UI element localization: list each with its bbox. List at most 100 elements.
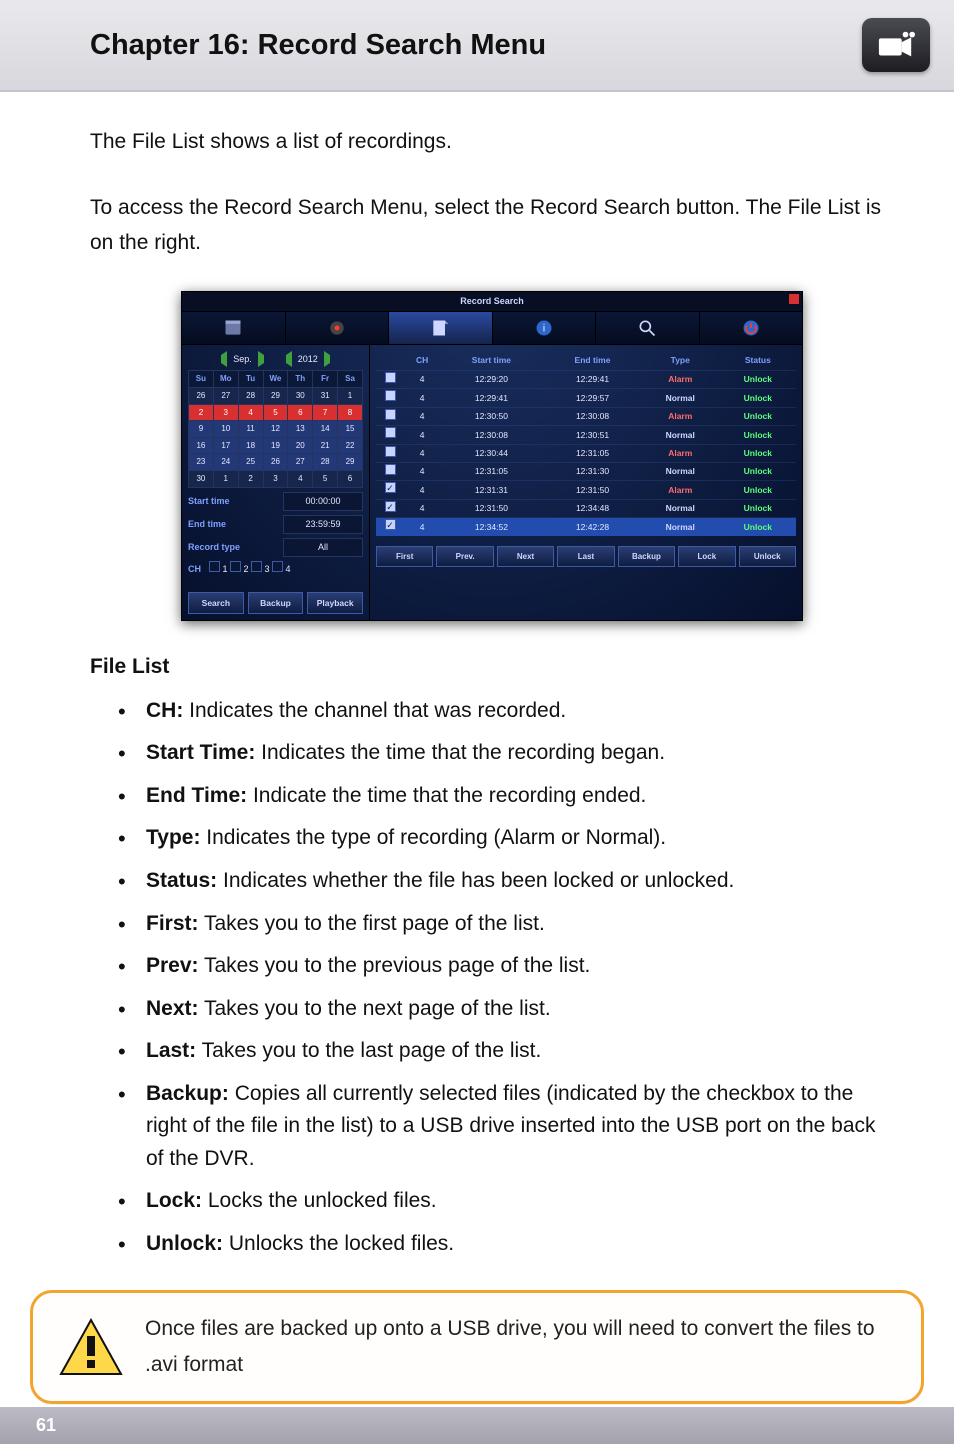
calendar-cell[interactable]: 19 (263, 437, 288, 454)
list-item: CH: Indicates the channel that was recor… (90, 695, 894, 728)
table-row[interactable]: 412:29:4112:29:57NormalUnlock (376, 389, 796, 407)
definition-text: Indicates the type of recording (Alarm o… (200, 826, 666, 849)
calendar-cell[interactable]: 6 (288, 404, 313, 421)
year-prev-icon[interactable] (278, 351, 292, 367)
lock-button[interactable]: Lock (678, 546, 735, 568)
cell-end: 12:31:50 (544, 481, 641, 499)
calendar-cell[interactable]: 15 (338, 421, 363, 438)
row-checkbox[interactable] (385, 409, 396, 420)
calendar-cell[interactable]: 20 (288, 437, 313, 454)
calendar-cell[interactable]: 25 (238, 454, 263, 471)
calendar-cell[interactable]: 29 (338, 454, 363, 471)
table-row[interactable]: 412:34:5212:42:28NormalUnlock (376, 518, 796, 536)
tab-filelist-icon[interactable] (389, 312, 493, 344)
calendar-cell[interactable]: 23 (189, 454, 214, 471)
channel-number: 3 (262, 564, 272, 574)
year-next-icon[interactable] (324, 351, 338, 367)
channel-checkbox[interactable] (251, 561, 262, 572)
calendar-cell[interactable]: 22 (338, 437, 363, 454)
calendar-cell[interactable]: 28 (313, 454, 338, 471)
calendar-cell[interactable]: 18 (238, 437, 263, 454)
calendar-cell[interactable]: 11 (238, 421, 263, 438)
calendar-cell[interactable]: 24 (213, 454, 238, 471)
row-checkbox[interactable] (385, 519, 396, 530)
calendar-cell[interactable]: 26 (263, 454, 288, 471)
calendar-cell[interactable]: 3 (263, 470, 288, 487)
prev-button[interactable]: Prev. (436, 546, 493, 568)
backup-button[interactable]: Backup (618, 546, 675, 568)
channel-checkbox[interactable] (272, 561, 283, 572)
tab-info-icon[interactable]: i (493, 312, 597, 344)
end-time-value[interactable]: 23:59:59 (283, 515, 363, 534)
month-next-icon[interactable] (258, 351, 272, 367)
calendar-cell[interactable]: 16 (189, 437, 214, 454)
table-row[interactable]: 412:30:0812:30:51NormalUnlock (376, 426, 796, 444)
calendar-cell[interactable]: 1 (338, 387, 363, 404)
channel-checkbox[interactable] (230, 561, 241, 572)
table-row[interactable]: 412:31:3112:31:50AlarmUnlock (376, 481, 796, 499)
calendar-cell[interactable]: 8 (338, 404, 363, 421)
calendar-cell[interactable]: 14 (313, 421, 338, 438)
row-checkbox[interactable] (385, 482, 396, 493)
search-button[interactable]: Search (188, 592, 244, 614)
cell-end: 12:34:48 (544, 499, 641, 517)
calendar-cell[interactable]: 4 (288, 470, 313, 487)
definition-text: Copies all currently selected files (ind… (146, 1082, 876, 1170)
calendar-cell[interactable]: 28 (238, 387, 263, 404)
calendar-cell[interactable]: 3 (213, 404, 238, 421)
calendar-cell[interactable]: 10 (213, 421, 238, 438)
calendar-cell[interactable]: 21 (313, 437, 338, 454)
table-row[interactable]: 412:31:0512:31:30NormalUnlock (376, 462, 796, 480)
last-button[interactable]: Last (557, 546, 614, 568)
page-number: 61 (36, 1415, 56, 1435)
table-row[interactable]: 412:29:2012:29:41AlarmUnlock (376, 370, 796, 388)
row-checkbox[interactable] (385, 390, 396, 401)
row-checkbox[interactable] (385, 427, 396, 438)
calendar-cell[interactable]: 17 (213, 437, 238, 454)
record-type-value[interactable]: All (283, 538, 363, 557)
table-row[interactable]: 412:30:5012:30:08AlarmUnlock (376, 407, 796, 425)
calendar-cell[interactable]: 4 (238, 404, 263, 421)
tab-power-icon[interactable] (700, 312, 803, 344)
tab-search-icon[interactable] (596, 312, 700, 344)
calendar-cell[interactable]: 26 (189, 387, 214, 404)
calendar-cell[interactable]: 5 (263, 404, 288, 421)
close-icon[interactable] (789, 294, 799, 304)
row-checkbox[interactable] (385, 446, 396, 457)
table-row[interactable]: 412:30:4412:31:05AlarmUnlock (376, 444, 796, 462)
calendar[interactable]: SuMoTuWeThFrSa 2627282930311234567891011… (188, 370, 363, 487)
table-row[interactable]: 412:31:5012:34:48NormalUnlock (376, 499, 796, 517)
calendar-cell[interactable]: 9 (189, 421, 214, 438)
row-checkbox[interactable] (385, 372, 396, 383)
calendar-cell[interactable]: 13 (288, 421, 313, 438)
calendar-cell[interactable]: 27 (288, 454, 313, 471)
calendar-cell[interactable]: 27 (213, 387, 238, 404)
first-button[interactable]: First (376, 546, 433, 568)
month-prev-icon[interactable] (213, 351, 227, 367)
start-time-value[interactable]: 00:00:00 (283, 492, 363, 511)
cell-end: 12:30:51 (544, 426, 641, 444)
calendar-cell[interactable]: 1 (213, 470, 238, 487)
calendar-cell[interactable]: 5 (313, 470, 338, 487)
next-button[interactable]: Next (497, 546, 554, 568)
tab-archive-icon[interactable] (182, 312, 286, 344)
channel-checkbox[interactable] (209, 561, 220, 572)
calendar-cell[interactable]: 7 (313, 404, 338, 421)
calendar-cell[interactable]: 30 (288, 387, 313, 404)
calendar-cell[interactable]: 31 (313, 387, 338, 404)
calendar-cell[interactable]: 30 (189, 470, 214, 487)
calendar-day-header: We (263, 371, 288, 388)
calendar-cell[interactable]: 12 (263, 421, 288, 438)
tab-settings-icon[interactable] (286, 312, 390, 344)
row-checkbox[interactable] (385, 501, 396, 512)
cell-type: Normal (641, 518, 720, 536)
calendar-cell[interactable]: 6 (338, 470, 363, 487)
calendar-cell[interactable]: 2 (238, 470, 263, 487)
calendar-cell[interactable]: 2 (189, 404, 214, 421)
unlock-button[interactable]: Unlock (739, 546, 796, 568)
calendar-cell[interactable]: 29 (263, 387, 288, 404)
backup-left-button[interactable]: Backup (248, 592, 304, 614)
row-checkbox[interactable] (385, 464, 396, 475)
playback-button[interactable]: Playback (307, 592, 363, 614)
cell-end: 12:42:28 (544, 518, 641, 536)
